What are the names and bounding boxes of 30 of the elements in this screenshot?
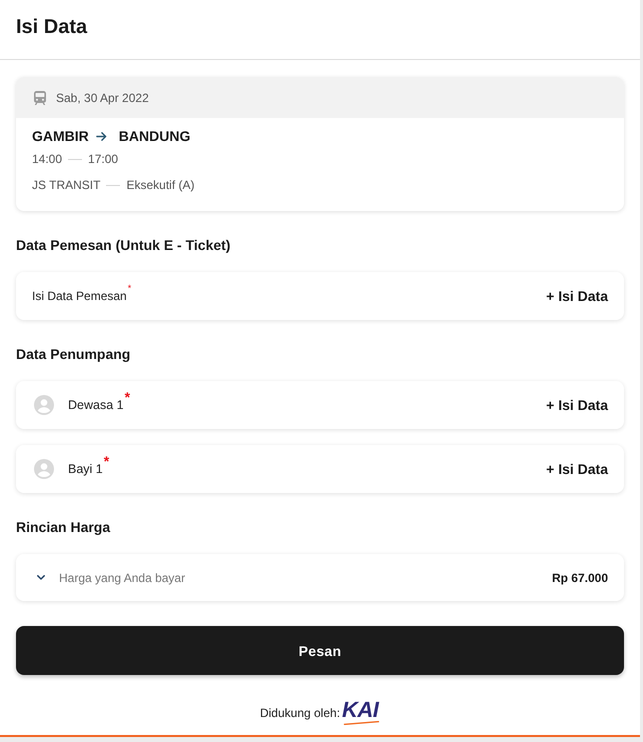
add-data-button[interactable]: + Isi Data xyxy=(546,459,608,479)
section-title: Data Penumpang xyxy=(16,345,132,364)
field-label: Isi Data Pemesan xyxy=(32,288,127,304)
origin-station: GAMBIR xyxy=(32,127,89,146)
add-data-button[interactable]: + Isi Data xyxy=(546,395,608,415)
chevron-down-icon[interactable] xyxy=(37,575,45,580)
price-label: Harga yang Anda bayar xyxy=(59,570,186,586)
person-icon xyxy=(34,459,54,479)
page-title: Isi Data xyxy=(16,15,88,39)
price-amount: Rp 67.000 xyxy=(552,570,608,586)
train-name: JS TRANSIT xyxy=(32,177,100,193)
person-icon xyxy=(34,395,54,415)
section-title: Data Pemesan (Untuk E - Ticket) xyxy=(16,236,232,255)
section-title: Rincian Harga xyxy=(16,518,112,537)
train-class: Eksekutif (A) xyxy=(126,177,194,193)
partner-logo: KAI xyxy=(342,700,380,725)
required-mark: * xyxy=(124,391,130,403)
passenger-label: Bayi 1 xyxy=(68,462,103,477)
order-button[interactable]: Pesan xyxy=(16,626,624,675)
train-icon xyxy=(34,90,46,104)
trip-date: Sab, 30 Apr 2022 xyxy=(56,90,149,106)
destination-station: BANDUNG xyxy=(118,127,190,146)
arrival-time: 17:00 xyxy=(88,151,118,167)
departure-time: 14:00 xyxy=(32,151,62,167)
required-mark: * xyxy=(128,282,132,294)
arrow-right-icon xyxy=(96,130,107,142)
supported-by-label: Didukung oleh: xyxy=(260,704,340,720)
required-mark: * xyxy=(104,455,110,467)
passenger-label: Dewasa 1 xyxy=(68,398,124,413)
add-data-button[interactable]: + Isi Data xyxy=(546,286,608,306)
